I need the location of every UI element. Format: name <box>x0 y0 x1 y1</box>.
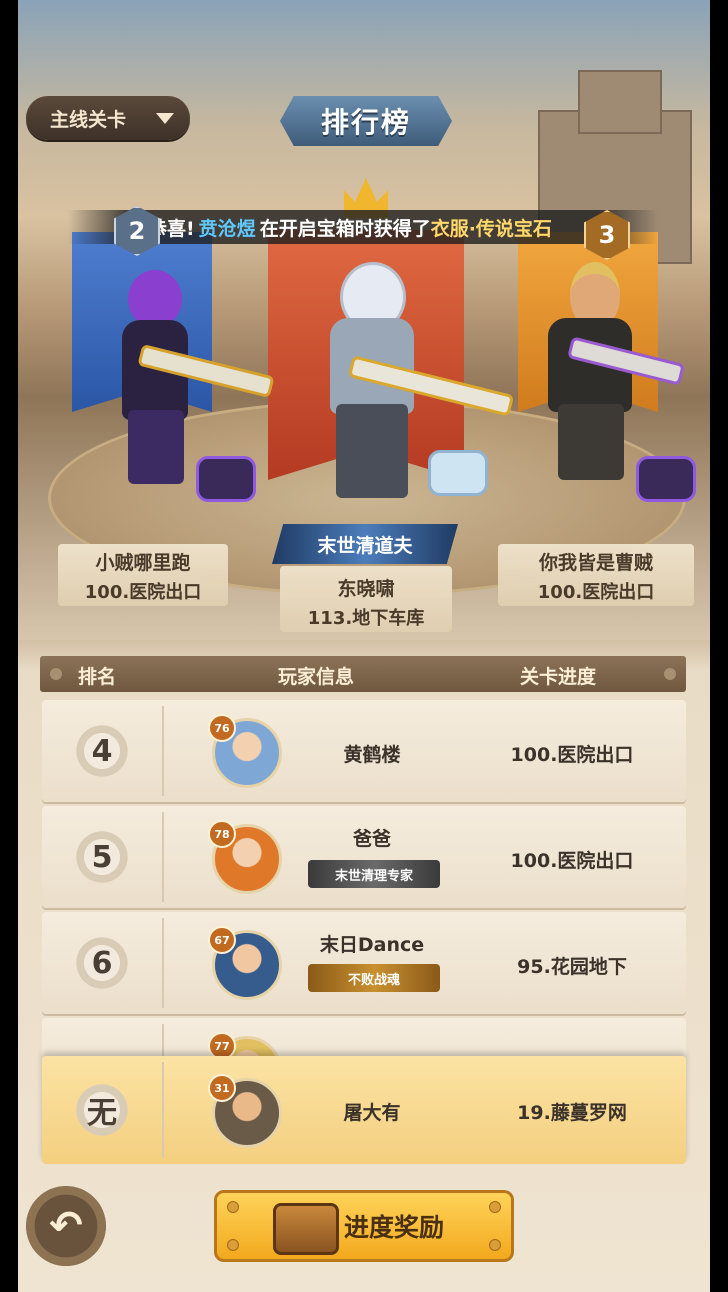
screw-icon <box>489 1201 501 1213</box>
chevron-down-icon <box>156 113 174 124</box>
screw-icon <box>227 1201 239 1213</box>
screw-icon <box>227 1239 239 1251</box>
player-name: 爸爸 <box>352 828 391 850</box>
rank-2-name: 小贼哪里跑 <box>95 552 191 574</box>
stage-progress: 100.医院出口 <box>510 744 634 766</box>
stage-progress: 100.医院出口 <box>510 850 634 872</box>
row-divider <box>162 918 164 1008</box>
character-3-pet <box>636 456 696 502</box>
col-stage: 关卡进度 <box>520 666 597 688</box>
header-bolt-icon <box>664 668 676 680</box>
mode-dropdown[interactable]: 主线关卡 <box>26 96 190 140</box>
back-arrow-icon: ↶ <box>49 1203 83 1249</box>
rank-1-stage: 113.地下车库 <box>307 608 425 629</box>
mode-label: 主线关卡 <box>50 108 127 131</box>
rank-1-name: 东晓啸 <box>337 578 395 600</box>
my-rank-row[interactable]: 无 31 屠大有 19.藤蔓罗网 <box>42 1056 686 1164</box>
marquee-middle: 在开启宝箱时获得了 <box>259 217 431 240</box>
back-button[interactable]: ↶ <box>26 1186 106 1266</box>
rank-3-name: 你我皆是曹贼 <box>538 552 653 574</box>
player-name: 屠大有 <box>343 1102 401 1124</box>
level-badge: 31 <box>208 1074 236 1102</box>
level-badge: 78 <box>208 820 236 848</box>
character-3-legs <box>558 404 624 480</box>
player-name: 末日Dance <box>319 934 425 956</box>
character-2-legs <box>128 410 184 484</box>
character-1-legs <box>336 404 408 498</box>
marquee-player: 贲沧煜 <box>198 217 256 240</box>
col-player: 玩家信息 <box>278 666 355 688</box>
title-badge: 末世清理专家 <box>308 860 440 888</box>
col-rank: 排名 <box>78 666 117 688</box>
stage-progress: 95.花园地下 <box>517 956 627 978</box>
stage-progress: 19.藤蔓罗网 <box>517 1102 627 1124</box>
level-badge: 76 <box>208 714 236 742</box>
rank-3-stage: 100.医院出口 <box>537 582 655 603</box>
row-divider <box>162 706 164 796</box>
treasure-chest-icon <box>273 1203 339 1255</box>
player-name: 黄鹤楼 <box>343 744 401 766</box>
level-badge: 67 <box>208 926 236 954</box>
reward-label: 进度奖励 <box>343 1213 444 1242</box>
character-1-pet <box>428 450 488 496</box>
rank-number: 4 <box>72 721 132 781</box>
row-divider <box>162 1062 164 1158</box>
screw-icon <box>489 1239 501 1251</box>
table-row[interactable]: 5 78 爸爸 末世清理专家 100.医院出口 <box>42 806 686 908</box>
progress-reward-button[interactable]: 进度奖励 <box>214 1190 514 1262</box>
rank-2-stage: 100.医院出口 <box>84 582 202 603</box>
rank-1-title-badge: 末世清道夫 <box>272 524 458 564</box>
marquee-item: 衣服·传说宝石 <box>430 217 552 240</box>
title-banner: 排行榜 <box>280 96 452 146</box>
table-row[interactable]: 4 76 黄鹤楼 100.医院出口 <box>42 700 686 802</box>
row-divider <box>162 812 164 902</box>
my-rank: 无 <box>72 1080 132 1140</box>
character-2-pet <box>196 456 256 502</box>
ranking-table-header: 排名 玩家信息 关卡进度 <box>40 656 686 692</box>
page-title: 排行榜 <box>320 106 411 139</box>
rank-number: 5 <box>72 827 132 887</box>
game-screen: 主线关卡 排行榜 恭喜! 贲沧煜 在开启宝箱时获得了 衣服·传说宝石 2 3 小… <box>18 0 710 1292</box>
header-bolt-icon <box>50 668 62 680</box>
rank-number: 6 <box>72 933 132 993</box>
background-tower-top <box>578 70 662 134</box>
table-row[interactable]: 6 67 末日Dance 不败战魂 95.花园地下 <box>42 912 686 1014</box>
title-badge: 不败战魂 <box>308 964 440 992</box>
